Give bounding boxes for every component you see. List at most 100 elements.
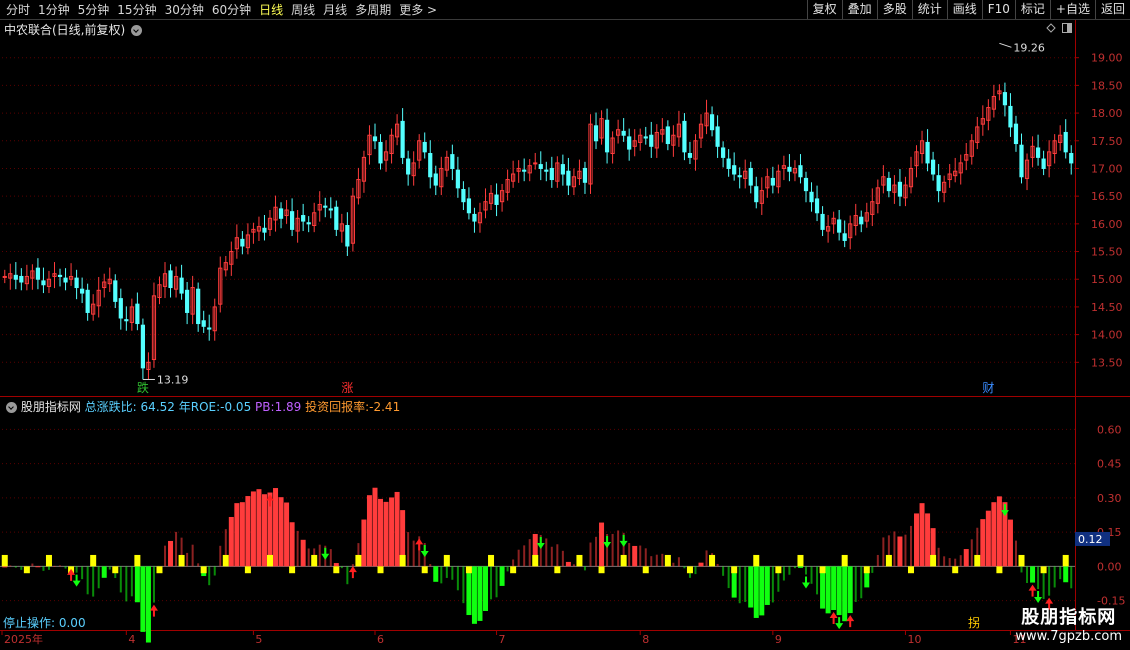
down-arrow-icon [321,547,330,560]
indicator-bar [300,539,306,567]
indicator-bar [245,496,251,567]
candle-body [726,158,731,169]
time-tick-label: 8 [642,633,649,646]
roe-value: -0.05 [220,400,252,414]
yellow-volume-bar [222,554,229,567]
yellow-volume-bar [333,566,340,574]
indicator-bar [429,564,432,567]
yellow-volume-bar [45,554,52,567]
roe-label: 年ROE: [178,400,221,414]
indicator-bar [256,489,262,567]
candle-body [372,136,378,142]
chevron-down-icon[interactable] [131,25,143,36]
down-arrow-icon [802,576,810,589]
indicator-bar [595,536,598,567]
indicator-bar [716,563,719,567]
candle-body [201,320,206,327]
indicator-name[interactable]: 股朋指标网 [21,400,81,414]
candle-body [140,324,146,369]
down-arrow-icon [1034,591,1043,604]
indicator-bar [412,540,415,567]
yellow-volume-bar [377,566,384,574]
indicator-bar [937,547,940,567]
yellow-volume-bar [134,554,141,567]
indicator-bar [677,557,680,567]
indicator-bar [943,556,946,567]
indicator-bar [788,566,791,575]
candle-body [732,165,737,175]
ind-tick-label: 0.60 [1097,423,1122,436]
tzhb-label: 投资回报率: [305,400,370,414]
indicator-bar [92,566,95,597]
candle-body [859,216,864,225]
up-arrow-icon [415,538,424,551]
candle-body [593,125,599,142]
yellow-volume-bar [532,554,539,567]
indicator-bar [1030,566,1036,583]
candle-body [334,206,339,230]
indicator-bar [125,566,128,602]
candle-body [207,327,212,330]
down-arrow-icon [835,617,844,630]
ind-tick-label: 0.00 [1097,560,1122,573]
indicator-bar [816,566,819,595]
yellow-volume-bar [930,554,937,567]
indicator-bar [904,534,907,567]
indicator-bar [495,566,498,598]
yellow-volume-bar [554,566,561,574]
candle-body [57,274,63,277]
indicator-bar [1026,566,1029,584]
candle-body [35,267,41,280]
indicator-bar [47,566,50,570]
ind-tick-label: 0.30 [1097,492,1122,505]
indicator-bar [333,563,339,567]
price-tick-label: 15.00 [1091,273,1123,286]
indicator-bar [81,566,84,580]
candle-body [582,167,588,183]
window-icon[interactable] [1062,22,1072,33]
indicator-bar [346,566,349,585]
candle-body [1041,158,1046,169]
candle-body [433,173,438,186]
indicator-header: 股朋指标网 总涨跌比: 64.52 年ROE:-0.05 PB:1.89 投资回… [4,398,400,415]
candle-body [649,134,654,147]
indicator-bar [383,501,389,567]
candle-body [737,175,742,178]
candle-body [301,215,306,222]
indicator-bar [278,497,284,567]
indicator-bar [296,530,299,567]
indicator-bar [506,566,509,572]
stock-title[interactable]: 中农联合(日线,前复权) [4,21,143,38]
zdb-value: 64.52 [140,400,175,414]
event-tag: 财 [982,381,994,395]
indicator-bar [565,561,571,567]
candle-body [450,154,455,169]
yellow-volume-bar [1040,566,1047,574]
indicator-bar [1020,566,1023,573]
indicator-bar [340,566,343,569]
indicator-bar [394,491,400,567]
price-tick-label: 17.00 [1091,162,1123,175]
yellow-volume-bar [620,554,627,567]
chevron-down-icon[interactable] [6,402,17,413]
yellow-volume-bar [753,554,760,567]
candle-body [621,130,626,136]
yellow-volume-bar [686,566,693,574]
indicator-bar [168,540,174,567]
indicator-bar [561,550,564,567]
candle-body [709,114,715,131]
indicator-bar [753,566,759,618]
indicator-bar [948,558,951,567]
candle-body [798,165,803,178]
candle-body [345,225,350,247]
pb-label: PB: [255,400,275,414]
diamond-icon[interactable] [1046,22,1056,33]
candle-body [428,153,433,178]
indicator-bar [744,566,747,602]
ind-tick-label: 0.45 [1097,458,1122,471]
indicator-bar [825,566,831,614]
indicator-bar [31,563,34,567]
yellow-volume-bar [1,554,8,567]
indicator-bar [108,566,111,570]
indicator-bar [919,503,925,567]
